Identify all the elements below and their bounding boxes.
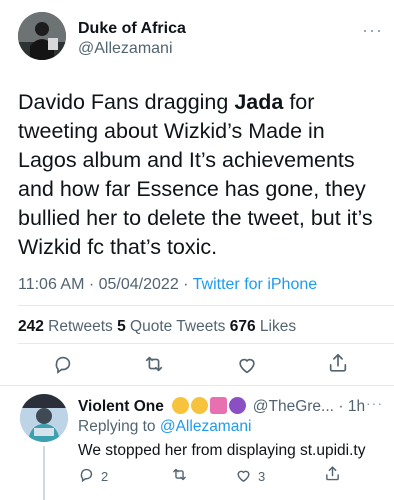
likes-count: 676 — [229, 318, 256, 335]
reply-header: Violent One @TheGre... · 1h — [78, 397, 378, 416]
reply-icon[interactable] — [52, 353, 74, 375]
divider — [18, 305, 394, 306]
replying-to-handle[interactable]: @Allezamani — [160, 418, 252, 435]
quotes-count: 5 — [117, 318, 126, 335]
reply-share-icon[interactable] — [324, 465, 341, 482]
reply-reply-icon[interactable] — [78, 466, 95, 483]
tweet-text-part: Davido Fans dragging — [18, 90, 235, 114]
retweets-count: 242 — [18, 318, 44, 335]
quotes-stat[interactable]: 5 Quote Tweets — [117, 318, 230, 335]
emoji-heart-icon — [210, 397, 228, 414]
like-icon[interactable] — [236, 354, 258, 376]
reply-reply-count: 2 — [101, 469, 109, 484]
author-avatar[interactable] — [18, 12, 66, 60]
divider — [0, 385, 394, 386]
tweet-text: Davido Fans dragging Jada for tweeting a… — [18, 88, 380, 262]
reply-more-icon[interactable]: ··· — [366, 395, 383, 411]
likes-stat[interactable]: 676 Likes — [230, 318, 296, 335]
thread-line — [43, 446, 45, 500]
emoji-smiling-hearts-icon — [172, 397, 190, 414]
author-handle[interactable]: @Allezamani — [78, 40, 173, 58]
replying-to: Replying to @Allezamani — [78, 418, 251, 436]
reply-like-count: 3 — [258, 469, 266, 484]
tweet-timestamp[interactable]: 11:06 AM · 05/04/2022 · — [18, 276, 193, 293]
replying-prefix: Replying to — [78, 418, 160, 435]
divider — [18, 343, 394, 344]
tweet-meta: 11:06 AM · 05/04/2022 · Twitter for iPho… — [18, 276, 317, 294]
more-icon[interactable]: ··· — [362, 20, 383, 41]
retweets-label: Retweets — [43, 318, 118, 335]
tweet-source[interactable]: Twitter for iPhone — [193, 276, 318, 293]
share-icon[interactable] — [327, 352, 349, 374]
reply-retweet-icon[interactable] — [171, 466, 188, 483]
reply-author-handle[interactable]: @TheGre... — [253, 398, 334, 415]
likes-label: Likes — [255, 318, 297, 335]
retweets-stat[interactable]: 242 Retweets — [18, 318, 117, 335]
tweet-stats: 242 Retweets 5 Quote Tweets 676 Likes — [18, 318, 296, 336]
author-name[interactable]: Duke of Africa — [78, 20, 186, 38]
reply-text: We stopped her from displaying st.upidi.… — [78, 442, 366, 459]
tweet-text-bold: Jada — [234, 90, 284, 114]
reply-time[interactable]: · 1h — [338, 398, 365, 415]
quotes-label: Quote Tweets — [125, 318, 230, 335]
reply-author-name[interactable]: Violent One — [78, 398, 164, 415]
reply-like-icon[interactable] — [235, 467, 252, 484]
emoji-devil-icon — [229, 397, 247, 414]
retweet-icon[interactable] — [143, 353, 165, 375]
reply-avatar[interactable] — [20, 394, 68, 442]
emoji-heart-eyes-icon — [191, 397, 209, 414]
reply-author-emojis — [172, 397, 252, 415]
tweet-text-part: for tweeting about Wizkid’s Made in Lago… — [18, 90, 373, 259]
